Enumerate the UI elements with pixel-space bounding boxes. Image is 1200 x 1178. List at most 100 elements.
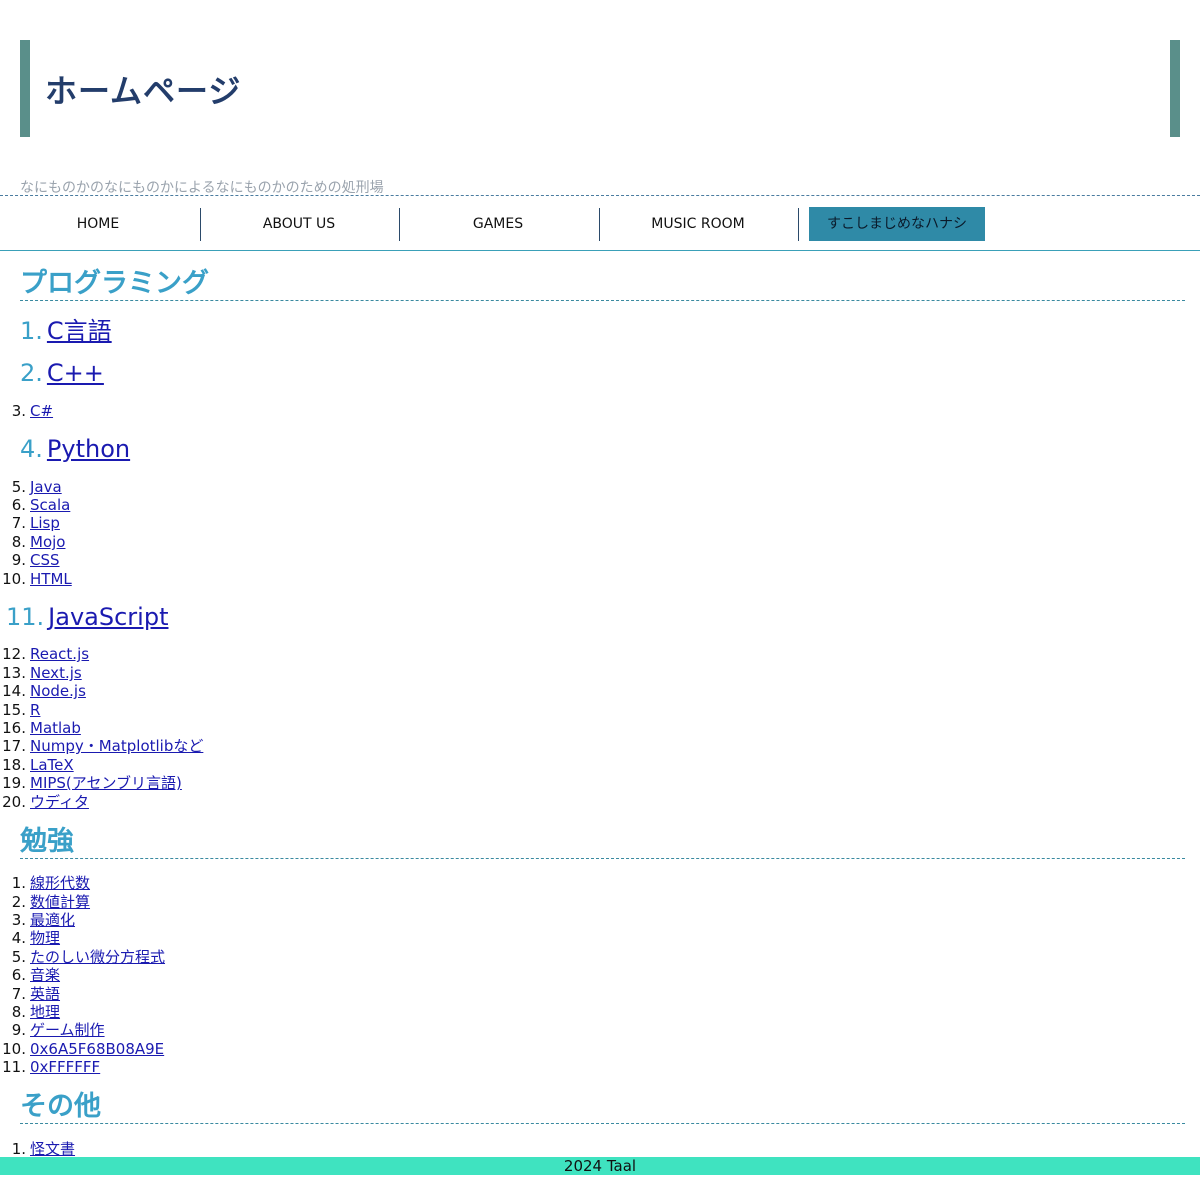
link-html[interactable]: HTML <box>30 570 72 588</box>
site-header: ホームページ <box>20 40 1180 137</box>
list-number: 19. <box>2 774 26 792</box>
list-item: 3. 最適化 <box>0 911 75 929</box>
link-c[interactable]: C言語 <box>47 317 112 345</box>
link-lisp[interactable]: Lisp <box>30 514 60 532</box>
list-item: 7. 英語 <box>0 985 60 1003</box>
link-mojo[interactable]: Mojo <box>30 533 65 551</box>
list-item: 15. R <box>0 701 40 719</box>
list-item: 1. 怪文書 <box>0 1140 75 1158</box>
link-hex-2[interactable]: 0xFFFFFF <box>30 1058 100 1076</box>
list-number: 9. <box>11 551 26 569</box>
list-number: 1. <box>11 1140 26 1158</box>
link-nodejs[interactable]: Node.js <box>30 682 86 700</box>
list-number: 10. <box>2 570 26 588</box>
header-accent-bar-left <box>20 40 30 137</box>
header-accent-bar-right <box>1170 40 1180 137</box>
list-item: 19. MIPS(アセンブリ言語) <box>0 774 182 792</box>
list-number: 11. <box>6 603 45 631</box>
section-title-programming: プログラミング <box>20 268 1185 301</box>
list-number: 3. <box>11 911 26 929</box>
link-numerical-computation[interactable]: 数値計算 <box>30 893 90 911</box>
list-item: 8. 地理 <box>0 1003 60 1021</box>
link-matlab[interactable]: Matlab <box>30 719 81 737</box>
list-number: 18. <box>2 756 26 774</box>
list-number: 14. <box>2 682 26 700</box>
list-number: 2. <box>20 359 43 387</box>
list-item: 1. 線形代数 <box>0 874 90 892</box>
nav-games[interactable]: GAMES <box>400 207 596 241</box>
list-item: 20. ウディタ <box>0 793 89 811</box>
link-wodita[interactable]: ウディタ <box>30 793 89 811</box>
link-cpp[interactable]: C++ <box>47 359 104 387</box>
link-optimization[interactable]: 最適化 <box>30 911 75 929</box>
link-differential-equations[interactable]: たのしい微分方程式 <box>30 948 165 966</box>
link-java[interactable]: Java <box>30 478 62 496</box>
list-number: 13. <box>2 664 26 682</box>
list-item: 11. 0xFFFFFF <box>0 1058 100 1076</box>
list-number: 5. <box>11 478 26 496</box>
list-item: 16. Matlab <box>0 719 81 737</box>
nav-about-us[interactable]: ABOUT US <box>201 207 397 241</box>
site-tagline: なにものかのなにものかによるなにものかのための処刑場 <box>20 180 384 196</box>
link-scala[interactable]: Scala <box>30 496 70 514</box>
link-geography[interactable]: 地理 <box>30 1003 60 1021</box>
link-r[interactable]: R <box>30 701 40 719</box>
list-number: 6. <box>11 966 26 984</box>
list-number: 8. <box>11 533 26 551</box>
list-item: 10. 0x6A5F68B08A9E <box>0 1040 164 1058</box>
list-number: 2. <box>11 893 26 911</box>
link-english[interactable]: 英語 <box>30 985 60 1003</box>
list-item: 6. Scala <box>0 496 71 514</box>
link-python[interactable]: Python <box>47 435 130 463</box>
list-item: 4. 物理 <box>0 929 60 947</box>
link-javascript[interactable]: JavaScript <box>48 603 168 631</box>
nav-home[interactable]: HOME <box>0 207 196 241</box>
list-item: 6. 音楽 <box>0 966 60 984</box>
list-item: 3. C# <box>0 402 53 420</box>
link-reactjs[interactable]: React.js <box>30 645 89 663</box>
link-game-development[interactable]: ゲーム制作 <box>30 1021 105 1039</box>
nav-serious-talk[interactable]: すこしまじめなハナシ <box>809 207 985 241</box>
nav-separator <box>798 208 799 241</box>
list-item: 5. たのしい微分方程式 <box>0 948 165 966</box>
list-item: 2. C++ <box>20 358 104 388</box>
list-number: 10. <box>2 1040 26 1058</box>
list-number: 3. <box>11 402 26 420</box>
list-item: 18. LaTeX <box>0 756 74 774</box>
list-number: 6. <box>11 496 26 514</box>
link-nextjs[interactable]: Next.js <box>30 664 82 682</box>
link-numpy-matplotlib[interactable]: Numpy・Matplotlibなど <box>30 737 203 755</box>
list-item: 12. React.js <box>0 645 89 663</box>
link-linear-algebra[interactable]: 線形代数 <box>30 874 90 892</box>
link-hex-1[interactable]: 0x6A5F68B08A9E <box>30 1040 164 1058</box>
list-number: 12. <box>2 645 26 663</box>
list-item: 9. CSS <box>0 551 60 569</box>
list-item: 1. C言語 <box>20 316 112 346</box>
list-number: 5. <box>11 948 26 966</box>
list-number: 15. <box>2 701 26 719</box>
list-item: 7. Lisp <box>0 514 60 532</box>
list-number: 11. <box>2 1058 26 1076</box>
link-csharp[interactable]: C# <box>30 402 53 420</box>
link-strange-document[interactable]: 怪文書 <box>30 1140 75 1158</box>
list-number: 7. <box>11 514 26 532</box>
nav-music-room[interactable]: MUSIC ROOM <box>600 207 796 241</box>
list-number: 4. <box>11 929 26 947</box>
link-music[interactable]: 音楽 <box>30 966 60 984</box>
tagline-divider <box>0 195 1200 196</box>
list-item: 8. Mojo <box>0 533 66 551</box>
list-item: 14. Node.js <box>0 682 86 700</box>
list-number: 9. <box>11 1021 26 1039</box>
list-number: 16. <box>2 719 26 737</box>
list-item: 4. Python <box>20 434 130 464</box>
link-physics[interactable]: 物理 <box>30 929 60 947</box>
list-number: 17. <box>2 737 26 755</box>
link-mips[interactable]: MIPS(アセンブリ言語) <box>30 774 182 792</box>
list-item: 10. HTML <box>0 570 72 588</box>
link-latex[interactable]: LaTeX <box>30 756 74 774</box>
list-item: 9. ゲーム制作 <box>0 1021 105 1039</box>
link-css[interactable]: CSS <box>30 551 60 569</box>
list-item: 11. JavaScript <box>6 602 168 632</box>
site-footer: 2024 Taal <box>0 1157 1200 1175</box>
list-item: 2. 数値計算 <box>0 893 90 911</box>
